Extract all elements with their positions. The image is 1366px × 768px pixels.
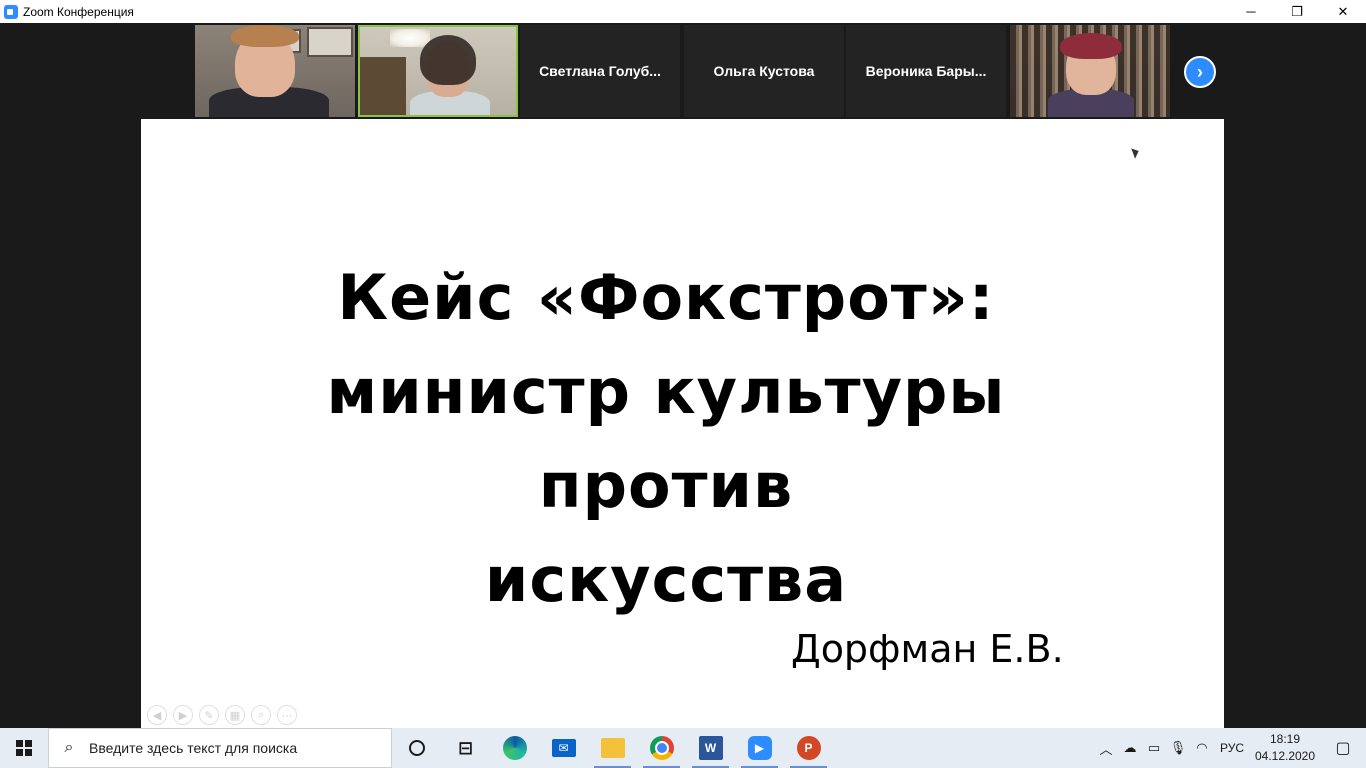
close-button[interactable]: ✕ [1320, 0, 1366, 23]
task-view-icon: ⊟ [457, 737, 474, 758]
onedrive-cloud-icon[interactable]: ☁ [1118, 728, 1142, 768]
wifi-icon[interactable]: ◠ [1190, 728, 1214, 768]
shared-screen-slide: Кейс «Фокстрот»: министр культуры против… [141, 119, 1224, 728]
participant-hair [1060, 33, 1122, 59]
clock-date: 04.12.2020 [1254, 749, 1316, 763]
slide-title: Кейс «Фокстрот»: министр культуры против… [141, 251, 1191, 627]
battery-icon[interactable]: ▭ [1142, 728, 1166, 768]
chrome-icon [649, 736, 674, 760]
slide-author: Дорфман Е.В. [791, 627, 1064, 671]
input-language[interactable]: РУС [1214, 741, 1250, 755]
taskbar-app-file-explorer[interactable] [588, 728, 637, 768]
wall-picture [307, 27, 353, 57]
slides-grid-icon[interactable]: ▦ [225, 705, 245, 725]
folder-icon [600, 738, 625, 758]
cortana-button[interactable] [392, 728, 441, 768]
search-icon: ⌕ [64, 739, 74, 756]
windows-taskbar: ⌕ ⊟ ✉ W ▶ P ︿ ☁ ▭ 🎙 ◠ РУС 18:19 04.12.20… [0, 728, 1366, 768]
powerpoint-icon: P [796, 736, 821, 760]
edge-icon [502, 736, 527, 760]
taskbar-search[interactable]: ⌕ [48, 728, 392, 768]
slideshow-toolbar: ◀ ▶ ✎ ▦ ⌕ ⋯ [147, 705, 297, 725]
participant-video-2-active-speaker[interactable] [358, 25, 518, 117]
taskbar-app-zoom[interactable]: ▶ [735, 728, 784, 768]
slide-title-line: Кейс «Фокстрот»: [337, 261, 995, 334]
taskbar-app-mail[interactable]: ✉ [539, 728, 588, 768]
next-participants-chevron-right-icon[interactable]: › [1184, 56, 1216, 88]
windows-logo-icon [16, 740, 32, 756]
more-options-icon[interactable]: ⋯ [277, 705, 297, 725]
participant-hair [231, 25, 299, 47]
taskbar-app-word[interactable]: W [686, 728, 735, 768]
slide-title-line: министр культуры [326, 355, 1006, 428]
window-titlebar: Zoom Конференция ─ ❐ ✕ [0, 0, 1366, 23]
mail-icon: ✉ [551, 739, 576, 757]
notifications-icon[interactable]: ▢ [1320, 728, 1366, 768]
start-button[interactable] [0, 728, 48, 768]
slide-title-line: против [538, 449, 794, 522]
taskbar-clock[interactable]: 18:19 04.12.2020 [1250, 731, 1320, 765]
window-controls: ─ ❐ ✕ [1228, 0, 1366, 23]
microphone-icon[interactable]: 🎙 [1166, 728, 1190, 768]
word-icon: W [698, 736, 723, 760]
cortana-circle-icon [408, 740, 425, 756]
show-hidden-icons-chevron-up-icon[interactable]: ︿ [1094, 728, 1118, 768]
participant-video-1[interactable] [195, 25, 355, 117]
window-title: Zoom Конференция [23, 4, 134, 19]
mouse-cursor-icon [1131, 146, 1141, 159]
pen-icon[interactable]: ✎ [199, 705, 219, 725]
taskbar-app-powerpoint[interactable]: P [784, 728, 833, 768]
participant-name-tile[interactable]: Светлана Голуб... [520, 25, 680, 117]
taskbar-search-input[interactable] [89, 740, 379, 756]
maximize-button[interactable]: ❐ [1274, 0, 1320, 23]
ceiling-lamp [390, 29, 430, 47]
zoom-app-icon [4, 4, 18, 19]
participant-name-tile[interactable]: Вероника Бары... [846, 25, 1006, 117]
next-slide-icon[interactable]: ▶ [173, 705, 193, 725]
slide-title-line: искусства [484, 543, 848, 616]
task-view-button[interactable]: ⊟ [441, 728, 490, 768]
furniture [360, 57, 406, 115]
participant-video-3[interactable] [1010, 25, 1170, 117]
previous-slide-icon[interactable]: ◀ [147, 705, 167, 725]
minimize-button[interactable]: ─ [1228, 0, 1274, 23]
participant-strip: Светлана Голуб... Ольга Кустова Вероника… [0, 23, 1366, 119]
participant-hair [420, 35, 476, 85]
system-tray: ︿ ☁ ▭ 🎙 ◠ РУС 18:19 04.12.2020 ▢ [1094, 728, 1366, 768]
zoom-magnifier-icon[interactable]: ⌕ [251, 705, 271, 725]
clock-time: 18:19 [1269, 732, 1301, 746]
taskbar-app-chrome[interactable] [637, 728, 686, 768]
zoom-icon: ▶ [747, 736, 772, 760]
participant-name-tile[interactable]: Ольга Кустова [684, 25, 844, 117]
taskbar-app-edge[interactable] [490, 728, 539, 768]
